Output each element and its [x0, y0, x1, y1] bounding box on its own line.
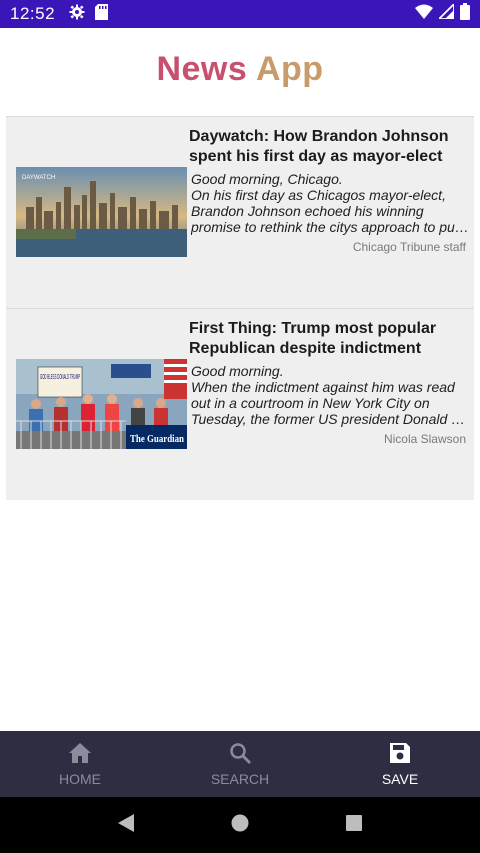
image-sign: GOD BLESS DONALD TRUMP: [40, 374, 80, 381]
nav-save-button[interactable]: SAVE: [320, 731, 480, 797]
nav-home-label: HOME: [59, 770, 101, 787]
article-title: Daywatch: How Brandon Johnson spent his …: [189, 128, 449, 165]
status-bar: 12:52: [0, 0, 480, 28]
save-icon: [389, 742, 411, 767]
home-icon: [68, 742, 92, 767]
image-caption: DAYWATCH: [22, 175, 55, 181]
search-icon: [229, 742, 251, 767]
home-circle-icon[interactable]: [230, 813, 250, 838]
article-image: GOD BLESS DONALD TRUMP The Guardian: [16, 359, 187, 449]
article-image: DAYWATCH: [16, 167, 187, 257]
article-card[interactable]: Daywatch: How Brandon Johnson spent his …: [6, 117, 474, 308]
article-title: First Thing: Trump most popular Republic…: [189, 320, 437, 357]
nav-search-label: SEARCH: [210, 770, 270, 787]
nav-search-button[interactable]: SEARCH: [160, 731, 320, 797]
system-navigation-bar: [0, 797, 480, 853]
article-greeting: Good morning, Chicago.: [191, 171, 343, 187]
article-description: On his first day as Chicagos mayor-elect…: [191, 187, 469, 235]
article-greeting: Good morning.: [191, 363, 284, 379]
bottom-navigation: HOME SEARCH SAVE: [0, 731, 480, 797]
article-card[interactable]: First Thing: Trump most popular Republic…: [6, 309, 474, 500]
sd-card-icon: [95, 3, 109, 25]
wifi-icon: [415, 4, 433, 24]
article-author: Nicola Slawson: [383, 432, 466, 446]
app-title-news: News: [156, 50, 248, 88]
recents-icon[interactable]: [345, 814, 363, 837]
article-author: Chicago Tribune staff: [352, 240, 466, 254]
gear-icon: [69, 4, 85, 25]
battery-icon: [460, 3, 470, 25]
app-title: News App: [0, 50, 480, 89]
back-icon[interactable]: [117, 813, 135, 838]
status-time: 12:52: [10, 4, 56, 23]
signal-icon: [436, 1, 455, 24]
nav-save-label: SAVE: [381, 770, 419, 787]
nav-home-button[interactable]: HOME: [0, 731, 160, 797]
article-description: When the indictment against him was read…: [191, 379, 469, 427]
guardian-logo: The Guardian: [130, 433, 184, 445]
app-title-app: App: [255, 50, 324, 88]
